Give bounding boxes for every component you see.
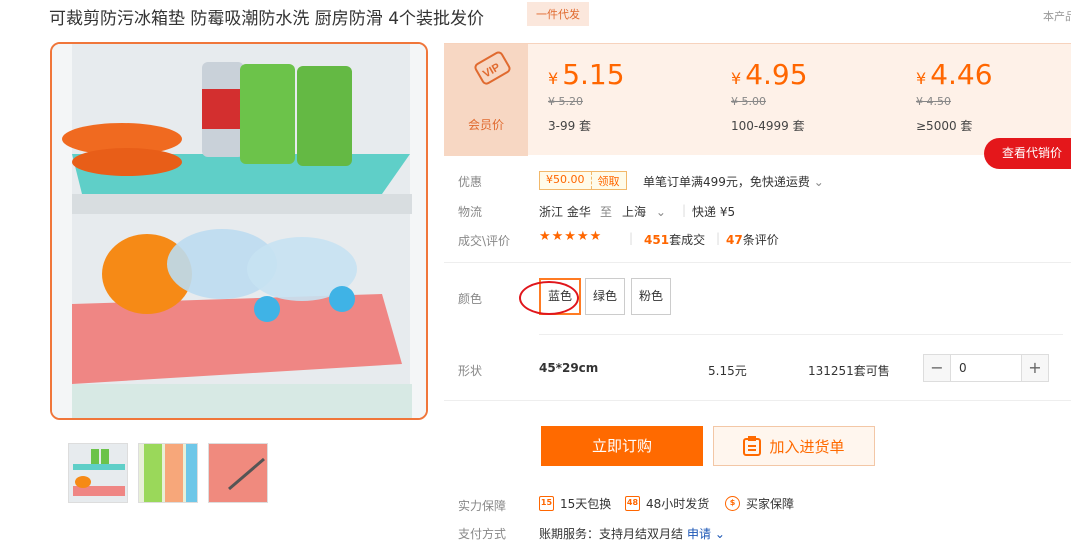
logistics-label: 物流 [458, 205, 483, 219]
vip-label: 会员价 [467, 118, 504, 132]
payment-text: 账期服务：支持月结双月结 [539, 527, 684, 540]
shape-price: 5.15元 [708, 364, 747, 378]
buy-now-button[interactable]: 立即订购 [541, 426, 703, 466]
thumbnail-3-image [209, 444, 267, 502]
price-tier-2: ¥4.95 ¥ 5.00 100-4999 套 [731, 58, 808, 133]
view-agent-price-button[interactable]: 查看代销价 [984, 138, 1071, 169]
divider [444, 400, 1071, 401]
review-count[interactable]: 47条评价 [726, 231, 779, 248]
color-option-green[interactable]: 绿色 [585, 278, 626, 315]
exchange-15-icon: 15 [539, 496, 554, 511]
deals-label: 成交\评价 [458, 234, 511, 248]
thumbnail-1-image [69, 444, 127, 502]
free-shipping-text[interactable]: 单笔订单满499元，免快递运费 ⌄ [643, 173, 824, 190]
tier-old-price: ¥ 4.50 [916, 95, 951, 108]
tier-price: 5.15 [562, 58, 625, 91]
ship-48-icon: 48 [625, 496, 640, 511]
thumbnail-2[interactable] [138, 443, 198, 503]
divider [539, 334, 1063, 335]
rating-stars: ★★★★★ [539, 229, 603, 244]
quantity-stepper[interactable]: − 0 + [923, 354, 1049, 382]
price-tier-1: ¥5.15 ¥ 5.20 3-99 套 [548, 58, 625, 133]
tier-price: 4.46 [930, 58, 993, 91]
apply-link[interactable]: 申请 ⌄ [687, 525, 725, 540]
price-panel: VIP 会员价 ¥5.15 ¥ 5.20 3-99 套 ¥4.95 ¥ 5.00… [444, 43, 1071, 156]
vip-box: VIP 会员价 [444, 44, 528, 156]
ship-to-word: 至 [600, 205, 613, 219]
clipboard-icon [743, 436, 762, 456]
chevron-down-icon: ⌄ [813, 175, 824, 189]
tier-old-price: ¥ 5.00 [731, 95, 766, 108]
shape-stock: 131251套可售 [808, 364, 890, 378]
shield-icon: $ [725, 496, 740, 511]
ship-from: 浙江 金华 [539, 205, 591, 219]
quantity-input[interactable]: 0 [950, 355, 1022, 381]
thumbnail-3[interactable] [208, 443, 268, 503]
minus-icon[interactable]: − [924, 355, 950, 381]
separator: | [682, 203, 687, 217]
guarantee-text: 15天包换 [560, 497, 612, 511]
fridge-illustration [52, 44, 426, 418]
guarantee-label: 实力保障 [458, 499, 507, 513]
tier-quantity: 100-4999 套 [731, 119, 805, 133]
plus-icon[interactable]: + [1022, 355, 1048, 381]
guarantee-exchange[interactable]: 15 15天包换 [539, 495, 611, 512]
vip-tag-icon: VIP [474, 51, 511, 85]
guarantee-text: 买家保障 [746, 497, 795, 511]
coupon-get-button[interactable]: 领取 [592, 172, 626, 189]
coupon[interactable]: ¥50.00 领取 [539, 171, 627, 190]
sold-count[interactable]: 451套成交 [644, 231, 705, 248]
color-option-pink[interactable]: 粉色 [631, 278, 672, 315]
separator: | [716, 231, 721, 245]
tier-price: 4.95 [745, 58, 808, 91]
tier-quantity: 3-99 套 [548, 119, 592, 133]
ship-to-select[interactable]: 上海 ⌄ [622, 203, 666, 220]
highlight-circle [519, 281, 579, 315]
guarantee-buyer[interactable]: $ 买家保障 [725, 495, 794, 512]
separator: | [629, 231, 634, 245]
product-title: 可裁剪防污冰箱垫 防霉吸潮防水洗 厨房防滑 4个装批发价 [49, 9, 485, 29]
coupon-amount: ¥50.00 [540, 172, 592, 189]
top-right-text: 本产品 [1043, 10, 1071, 23]
guarantee-shipping[interactable]: 48 48小时发货 [625, 495, 709, 512]
chevron-down-icon: ⌄ [655, 205, 666, 219]
shape-label: 形状 [458, 364, 483, 378]
express-fee: 快递 ¥5 [692, 205, 736, 219]
price-tier-3: ¥4.46 ¥ 4.50 ≥5000 套 [916, 58, 993, 133]
chevron-down-icon: ⌄ [714, 527, 725, 540]
dropship-badge[interactable]: 一件代发 [527, 2, 589, 26]
add-to-cart-label: 加入进货单 [769, 437, 845, 456]
tier-old-price: ¥ 5.20 [548, 95, 583, 108]
tier-quantity: ≥5000 套 [916, 119, 973, 133]
promo-label: 优惠 [458, 175, 483, 189]
guarantee-text: 48小时发货 [646, 497, 710, 511]
color-label: 颜色 [458, 292, 483, 306]
payment-label: 支付方式 [458, 527, 507, 540]
shape-size: 45*29cm [539, 361, 599, 375]
divider [444, 262, 1071, 263]
thumbnail-2-image [139, 444, 197, 502]
thumbnail-1[interactable] [68, 443, 128, 503]
add-to-cart-button[interactable]: 加入进货单 [713, 426, 875, 466]
main-product-image[interactable] [50, 42, 428, 420]
